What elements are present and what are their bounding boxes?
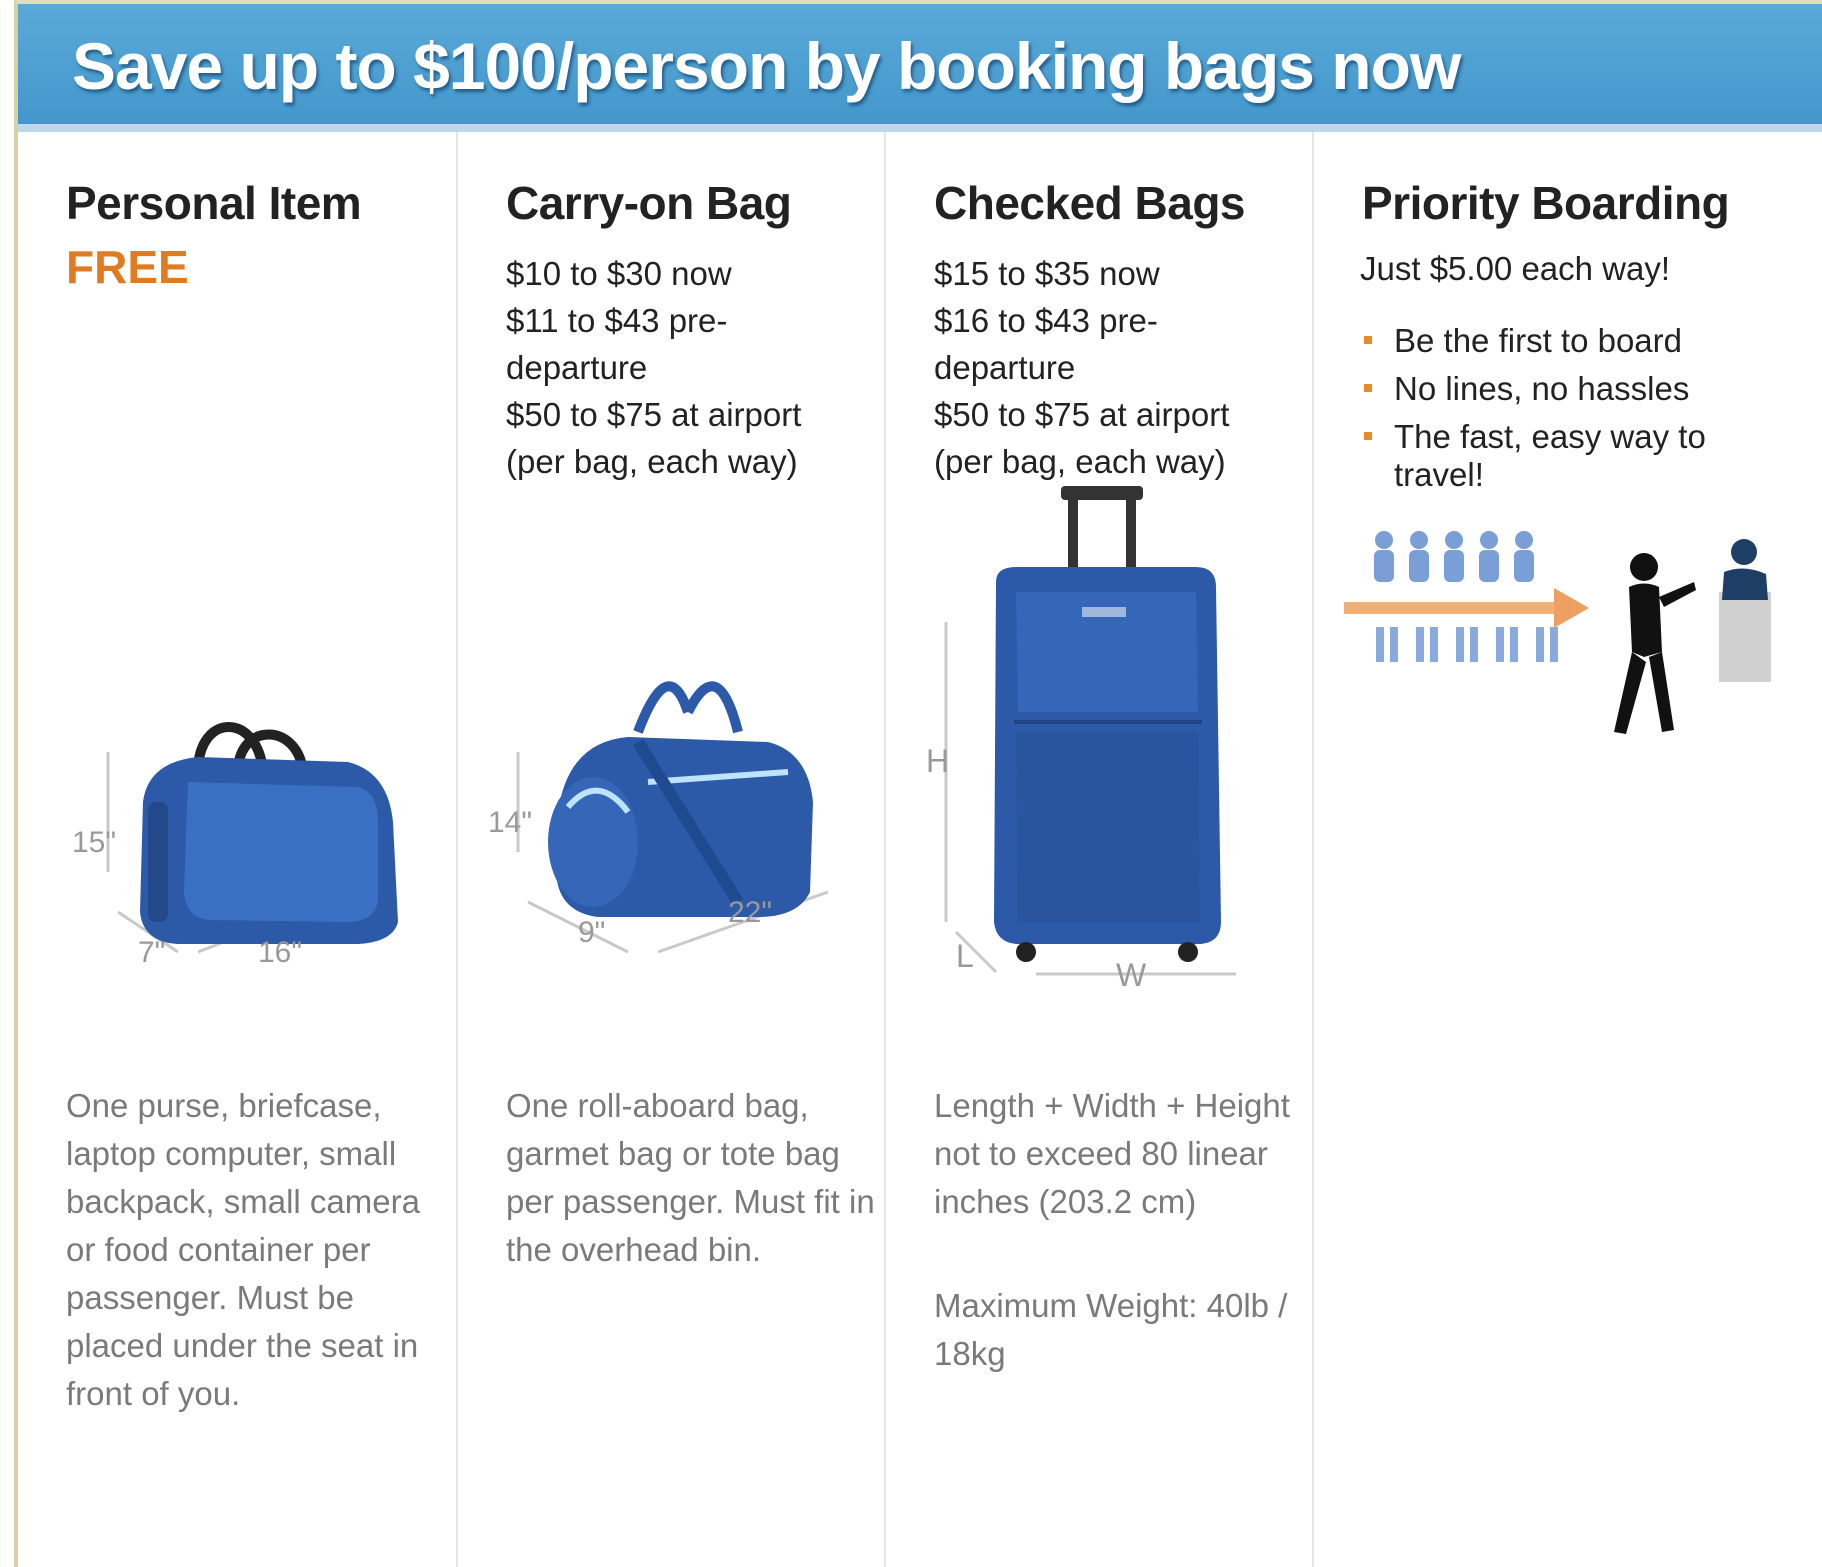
bullet-icon (1364, 336, 1372, 344)
column-carry-on-bag: Carry-on Bag $10 to $30 now $11 to $43 p… (458, 132, 886, 1567)
carry-on-title: Carry-on Bag (506, 177, 792, 229)
personal-bag-illustration: 15" 7" 16" (72, 722, 398, 969)
personal-dim-depth: 7" (138, 936, 165, 969)
bullet-icon (1364, 432, 1372, 440)
carry-on-prices: $10 to $30 now $11 to $43 pre- departure… (506, 250, 886, 485)
column-checked-bags: Checked Bags $15 to $35 now $16 to $43 p… (886, 132, 1314, 1567)
carry-on-price-line: departure (506, 349, 648, 386)
carry-on-dim-height: 14" (488, 806, 532, 839)
checked-dim-height: H (926, 743, 949, 779)
promo-banner: Save up to $100/person by booking bags n… (18, 4, 1822, 132)
personal-item-title: Personal Item (66, 177, 362, 229)
list-item: No lines, no hassles (1360, 370, 1780, 408)
personal-item-description: One purse, briefcase, laptop computer, s… (66, 1087, 420, 1412)
banner-title: Save up to $100/person by booking bags n… (72, 29, 1461, 103)
column-priority-boarding: Priority Boarding Just $5.00 each way! B… (1314, 132, 1822, 1567)
checked-bags-max-weight: Maximum Weight: 40lb / 18kg (934, 1287, 1288, 1372)
carry-on-dim-depth: 9" (578, 916, 605, 949)
carry-on-price-line: $50 to $75 at airport (506, 396, 802, 433)
baggage-columns: Personal Item FREE 15" 7" 16" One purse,… (18, 132, 1822, 1567)
list-item: The fast, easy way to travel! (1360, 418, 1780, 494)
list-item: Be the first to board (1360, 322, 1780, 360)
checked-dim-depth: L (956, 938, 974, 974)
carry-on-bag-illustration: 14" 9" 22" (488, 681, 829, 954)
priority-benefits-list: Be the first to board No lines, no hassl… (1360, 322, 1780, 504)
priority-boarding-title: Priority Boarding (1362, 177, 1730, 229)
checked-price-line: departure (934, 349, 1076, 386)
checked-bags-title: Checked Bags (934, 177, 1246, 229)
priority-boarding-illustration (1344, 531, 1771, 734)
carry-on-price-line: $10 to $30 now (506, 255, 732, 292)
checked-price-line: $50 to $75 at airport (934, 396, 1230, 433)
personal-dim-height: 15" (72, 826, 116, 859)
priority-boarding-price: Just $5.00 each way! (1360, 250, 1671, 287)
carry-on-price-line: $11 to $43 pre- (506, 302, 728, 339)
checked-dim-width: W (1116, 957, 1147, 993)
personal-dim-width: 16" (258, 936, 302, 969)
checked-bag-illustration: H L W (926, 486, 1236, 993)
bullet-icon (1364, 384, 1372, 392)
column-personal-item: Personal Item FREE 15" 7" 16" One purse,… (18, 132, 458, 1567)
checked-price-line: $15 to $35 now (934, 255, 1160, 292)
carry-on-description: One roll-aboard bag, garmet bag or tote … (506, 1087, 875, 1268)
checked-bags-description: Length + Width + Height not to exceed 80… (934, 1087, 1290, 1220)
checked-price-line: $16 to $43 pre- (934, 302, 1158, 339)
checked-price-line: (per bag, each way) (934, 443, 1226, 480)
personal-item-price: FREE (66, 241, 189, 293)
checked-bags-prices: $15 to $35 now $16 to $43 pre- departure… (934, 250, 1314, 485)
carry-on-dim-width: 22" (728, 896, 772, 929)
carry-on-price-line: (per bag, each way) (506, 443, 798, 480)
